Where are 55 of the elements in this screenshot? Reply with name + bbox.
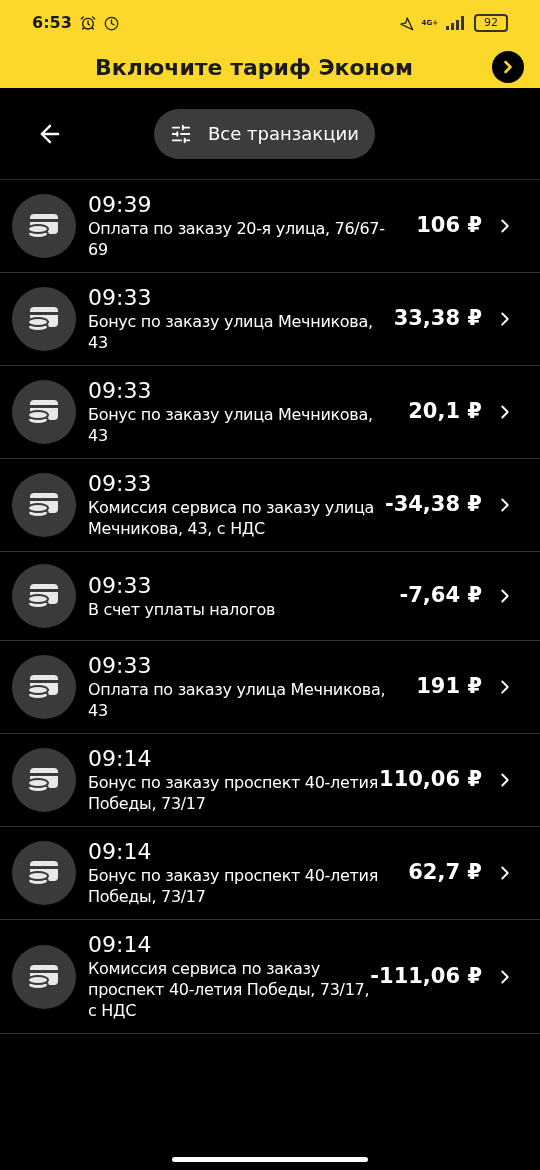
alarm-icon xyxy=(79,15,96,31)
transaction-description: В счет уплаты налогов xyxy=(88,598,277,620)
transaction-time: 09:14 xyxy=(88,839,153,865)
transaction-row[interactable]: 09:33 Оплата по заказу улица Мечникова, 43 191 ₽ xyxy=(0,641,540,734)
wallet-coins-icon xyxy=(12,194,76,258)
wallet-coins-icon xyxy=(12,841,76,905)
transaction-time: 09:39 xyxy=(88,192,153,218)
transaction-row[interactable]: 09:33 В счет уплаты налогов -7,64 ₽ xyxy=(0,552,540,641)
transaction-time: 09:33 xyxy=(88,378,153,404)
banner-next-button[interactable] xyxy=(492,51,524,83)
wallet-coins-icon xyxy=(12,564,76,628)
filter-button[interactable]: Все транзакции xyxy=(154,108,375,159)
transaction-amount: 62,7 ₽ xyxy=(407,859,482,887)
transaction-amount: -34,38 ₽ xyxy=(384,491,482,519)
clock-icon xyxy=(103,15,119,31)
transaction-amount: 33,38 ₽ xyxy=(392,305,482,333)
transaction-description: Бонус по заказу проспект 40-летия Победы, 73/17 xyxy=(88,772,379,814)
transaction-amount: 20,1 ₽ xyxy=(407,398,482,426)
transaction-description: Бонус по заказу улица Мечникова, 43 xyxy=(88,404,374,446)
signal-icon xyxy=(446,16,466,30)
transaction-description: Бонус по заказу улица Мечникова, 43 xyxy=(88,311,374,353)
wallet-coins-icon xyxy=(12,380,76,444)
transaction-row[interactable]: 09:33 Комиссия сервиса по заказу улица Мечникова, 43, с НДС -34,38 ₽ xyxy=(0,459,540,552)
transaction-amount: 191 ₽ xyxy=(415,673,482,701)
banner-title: Включите тариф Эконом xyxy=(94,53,414,82)
location-icon xyxy=(398,15,414,31)
transaction-time: 09:33 xyxy=(88,572,153,599)
transaction-description: Бонус по заказу проспект 40-летия Победы, 73/17 xyxy=(88,865,379,907)
wallet-coins-icon xyxy=(12,473,76,537)
filter-icon xyxy=(170,122,192,145)
wallet-coins-icon xyxy=(12,748,76,812)
transaction-row[interactable]: 09:39 Оплата по заказу 20-я улица, 76/67-69 106 ₽ xyxy=(0,180,540,273)
transaction-time: 09:33 xyxy=(88,471,153,497)
transaction-time: 09:14 xyxy=(88,932,153,958)
transaction-row[interactable]: 09:14 Бонус по заказу проспект 40-летия Победы, 73/17 110,06 ₽ xyxy=(0,734,540,827)
transaction-row[interactable]: 09:33 Бонус по заказу улица Мечникова, 43 20,1 ₽ xyxy=(0,366,540,459)
transaction-description: Оплата по заказу 20-я улица, 76/67-69 xyxy=(88,218,386,260)
transaction-time: 09:33 xyxy=(88,653,153,679)
transaction-description: Комиссия сервиса по заказу улица Мечникова, 43, с НДС xyxy=(88,497,375,539)
transaction-amount: 106 ₽ xyxy=(415,212,482,240)
wallet-coins-icon xyxy=(12,287,76,351)
transaction-time: 09:14 xyxy=(88,746,153,772)
transaction-description: Комиссия сервиса по заказу проспект 40-летия Победы, 73/17, с НДС xyxy=(88,958,371,1021)
transaction-description: Оплата по заказу улица Мечникова, 43 xyxy=(88,679,387,721)
transaction-row[interactable]: 09:14 Комиссия сервиса по заказу проспект 40-летия Победы, 73/17, с НДС -111,06 ₽ xyxy=(0,920,540,1034)
wallet-coins-icon xyxy=(12,944,76,1009)
wallet-coins-icon xyxy=(12,655,76,719)
transaction-amount: -111,06 ₽ xyxy=(370,962,482,990)
transaction-amount: 110,06 ₽ xyxy=(379,766,482,794)
transaction-row[interactable]: 09:33 Бонус по заказу улица Мечникова, 43 33,38 ₽ xyxy=(0,273,540,366)
transaction-row[interactable]: 09:14 Бонус по заказу проспект 40-летия Победы, 73/17 62,7 ₽ xyxy=(0,827,540,920)
transaction-time: 09:33 xyxy=(88,285,153,311)
status-time: 6:53 xyxy=(32,12,72,34)
battery-indicator: 92 xyxy=(474,14,508,32)
transaction-amount: -7,64 ₽ xyxy=(398,582,482,610)
